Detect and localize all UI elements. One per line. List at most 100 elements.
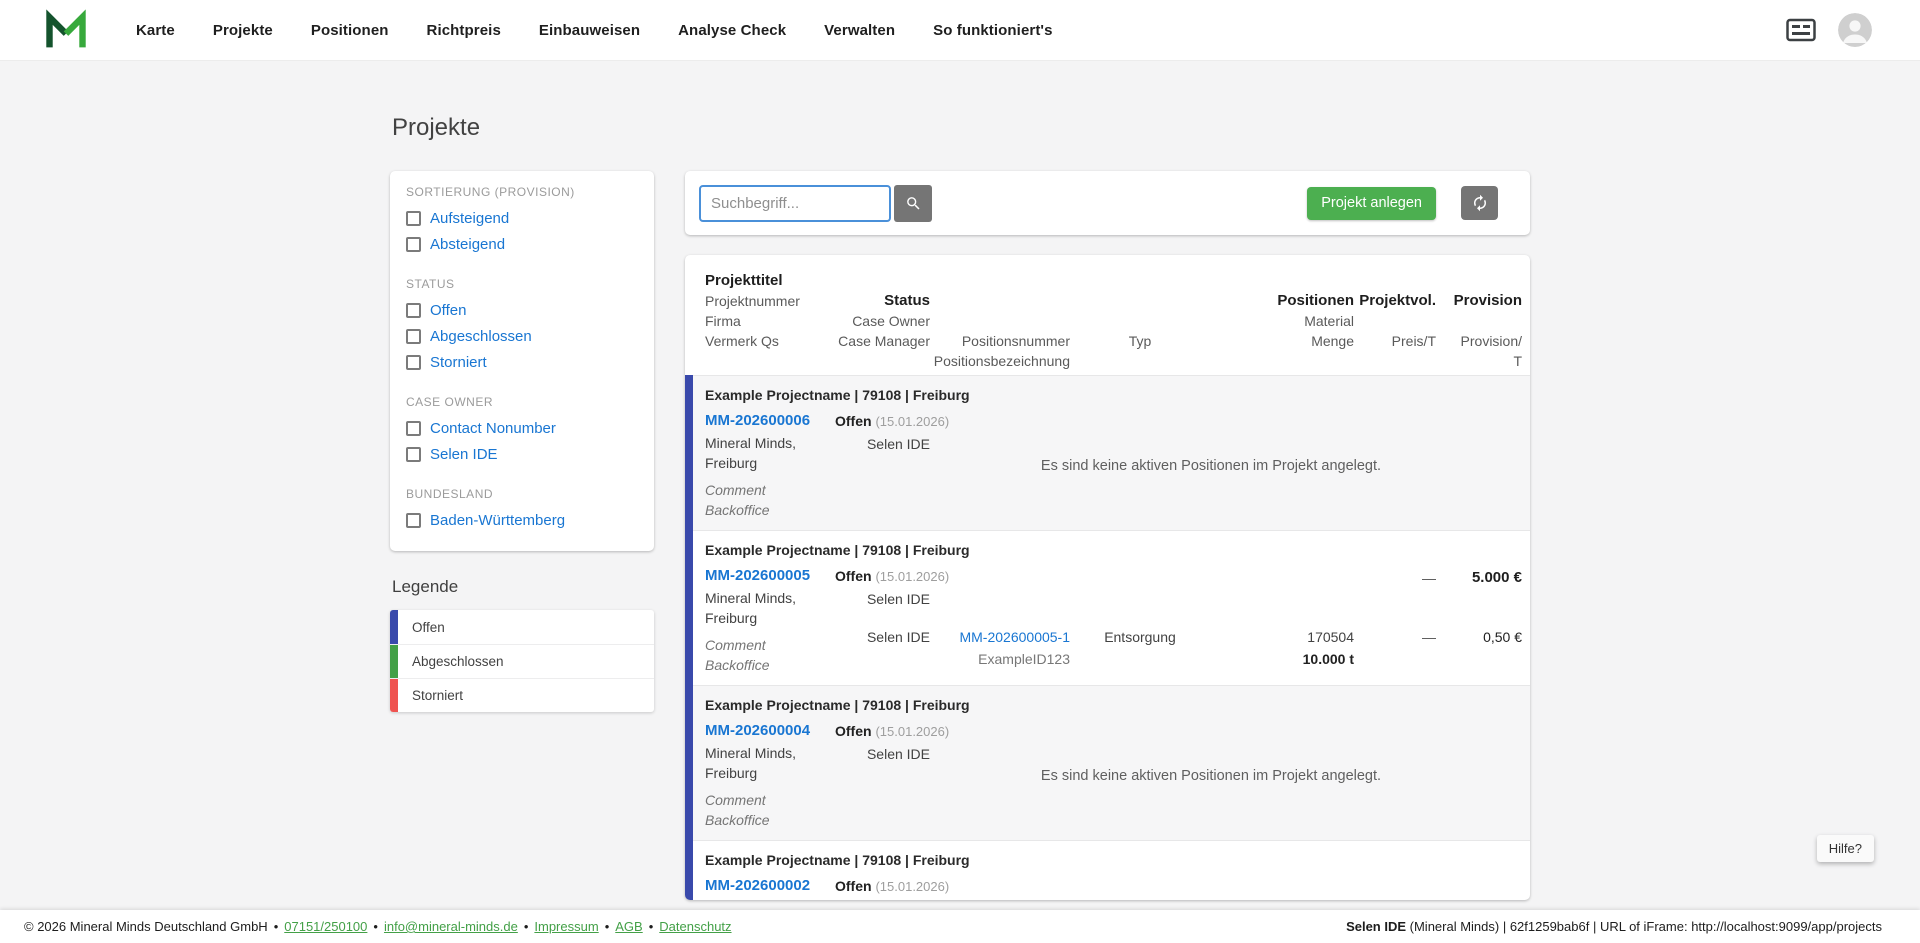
header-label-provision: Provision/ [1460,333,1522,349]
header-spacer [1070,291,1210,311]
header-label-typ: Typ [1128,333,1152,349]
footer-link-datenschutz[interactable]: Datenschutz [659,919,731,934]
filter-option-baden-württemberg[interactable]: Baden-Württemberg [406,507,638,533]
filter-option-aufsteigend[interactable]: Aufsteigend [406,205,638,231]
checkbox-unchecked-icon[interactable] [406,328,421,344]
filter-option-label: Abgeschlossen [430,327,532,345]
header-label-status: Status [884,292,930,309]
nav-item-verwalten[interactable]: Verwalten [824,22,895,39]
filter-option-label: Storniert [430,353,487,371]
filter-section-sortierung-provision: SORTIERUNG (PROVISION) Aufsteigend Absteig… [406,185,638,257]
position-number-link[interactable]: MM-202600005-1 [959,629,1070,645]
footer-link-impressum[interactable]: Impressum [534,919,598,934]
page: { "colors": { "primary_green": "#4caf50"… [0,0,1920,943]
header-spacer [930,311,1070,331]
table-row[interactable]: Example Projectname | 79108 | Freiburg MM… [685,530,1530,685]
status-date: (15.01.2026) [875,569,950,584]
header-label-positionen: Positionen [1277,292,1354,309]
footer-link-info-mineral-minds-de[interactable]: info@mineral-minds.de [384,919,518,934]
status-label: Offen [835,878,872,894]
no-positions-text: Es sind keine aktiven Positionen im Proj… [1040,767,1382,784]
table-header: Projekttitel Projektnummer Firma Vermerk Qs… [685,255,1530,375]
table-row-inner: Example Projectname | 79108 | Freiburg MM… [685,841,1530,900]
checkbox-unchecked-icon[interactable] [406,512,421,528]
project-number-link[interactable]: MM-202600004 [705,721,810,741]
nav-item-karte[interactable]: Karte [136,22,175,39]
note-line: Backoffice [705,812,770,828]
status-date: (15.01.2026) [875,879,950,894]
project-company: Freiburg [705,898,835,900]
project-number-link[interactable]: MM-202600005 [705,566,810,586]
company-line: Mineral Minds, [705,745,797,761]
footer-separator: • [373,919,378,934]
filter-option-label: Selen IDE [430,445,498,463]
table-row[interactable]: Example Projectname | 79108 | Freiburg MM… [685,840,1530,900]
note-line: Comment [705,482,766,498]
status-line: Offen (15.01.2026) [835,876,949,897]
nav-item-positionen[interactable]: Positionen [311,22,389,39]
header-col-5: Positionen Material Menge [1210,271,1354,371]
status-line: Offen (15.01.2026) [835,411,949,432]
project-number-link[interactable]: MM-202600002 [705,876,810,896]
header-label-case-owner: Case Owner [852,313,930,329]
header-col-1: Projekttitel Projektnummer Firma Vermerk Qs [705,271,835,371]
header-label-menge: Menge [1311,333,1354,349]
checkbox-unchecked-icon[interactable] [406,236,421,252]
search-button[interactable] [894,184,932,222]
checkbox-unchecked-icon[interactable] [406,302,421,318]
project-title: Example Projectname | 79108 | Freiburg [705,852,970,868]
filter-option-selen-ide[interactable]: Selen IDE [406,441,638,467]
header-spacer [1354,311,1436,331]
project-note: Comment Backoffice [705,635,835,675]
create-project-button[interactable]: Projekt anlegen [1307,186,1436,220]
nav-item-einbauweisen[interactable]: Einbauweisen [539,22,640,39]
table-row[interactable]: Example Projectname | 79108 | Freiburg MM… [685,685,1530,840]
mineral-minds-logo[interactable] [44,9,88,51]
refresh-button[interactable] [1461,186,1498,220]
status-cell: Offen (15.01.2026) Selen IDE [835,411,949,520]
nav-item-analyse-check[interactable]: Analyse Check [678,22,786,39]
filter-option-storniert[interactable]: Storniert [406,349,638,375]
checkbox-unchecked-icon[interactable] [406,446,421,462]
checkbox-unchecked-icon[interactable] [406,210,421,226]
status-line: Offen (15.01.2026) [835,721,949,742]
legend-item-offen: Offen [390,610,654,644]
filter-option-abgeschlossen[interactable]: Abgeschlossen [406,323,638,349]
header-label-provision: Provision [1453,292,1522,309]
filter-option-offen[interactable]: Offen [406,297,638,323]
position-case-manager: Selen IDE [866,629,930,645]
filter-option-contact-nonumber[interactable]: Contact Nonumber [406,415,638,441]
table-row[interactable]: Example Projectname | 79108 | Freiburg MM… [685,375,1530,530]
status-cell: Offen (15.01.2026) Selen IDE [835,876,949,900]
nav-item-projekte[interactable]: Projekte [213,22,273,39]
footer-separator: • [648,919,654,934]
project-number-link[interactable]: MM-202600006 [705,411,810,431]
company-line: Freiburg [705,455,758,471]
device-button[interactable] [1786,18,1816,42]
project-provision: 5.000 € [1471,569,1522,586]
checkbox-unchecked-icon[interactable] [406,354,421,370]
header-label-preis-t: Preis/T [1391,333,1436,349]
search-input[interactable] [699,184,891,222]
help-button[interactable]: Hilfe? [1816,835,1874,862]
footer-separator: • [604,919,610,934]
header-label-vermerk-qs: Vermerk Qs [705,333,779,349]
position-number-cell: MM-202600005-1 ExampleID123 [930,627,1070,675]
footer-link-agb[interactable]: AGB [615,919,642,934]
status-cell: Offen (15.01.2026) Selen IDE [835,566,949,615]
filter-option-label: Baden-Württemberg [430,511,566,529]
page-title: Projekte [392,114,481,141]
footer-separator: • [273,919,279,934]
status-label: Offen [835,723,872,739]
checkbox-unchecked-icon[interactable] [406,420,421,436]
project-title: Example Projectname | 79108 | Freiburg [705,697,970,713]
header-label-projekttitel: Projekttitel [705,272,783,289]
header-spacer [1436,311,1522,331]
footer-link-07151-250100[interactable]: 07151/250100 [284,919,367,934]
session-details: (Mineral Minds) | 62f1259bab6f | URL of … [1406,919,1882,934]
nav-item-richtpreis[interactable]: Richtpreis [427,22,501,39]
nav-item-so-funktioniert-s[interactable]: So funktioniert's [933,22,1052,39]
filter-option-absteigend[interactable]: Absteigend [406,231,638,257]
account-button[interactable] [1838,13,1872,47]
table-row-inner: Example Projectname | 79108 | Freiburg MM… [685,376,1530,530]
